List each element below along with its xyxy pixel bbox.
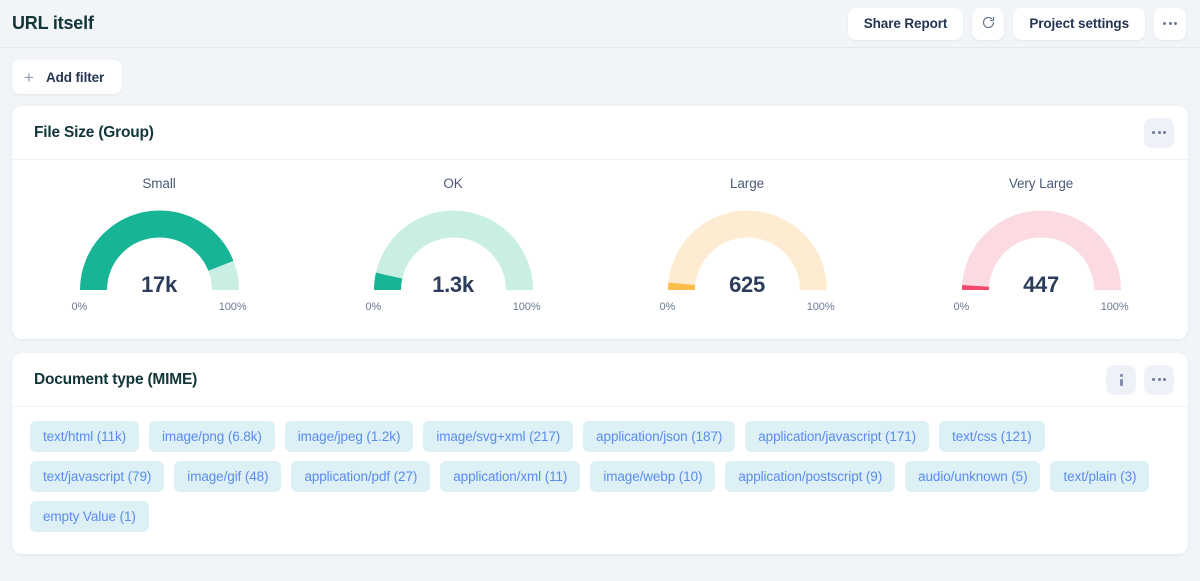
mime-info-button[interactable] <box>1106 364 1136 395</box>
mime-tag[interactable]: text/css (121) <box>939 421 1045 452</box>
top-bar-actions: Share Report Project settings <box>847 7 1186 40</box>
add-filter-button[interactable]: + Add filter <box>12 60 123 94</box>
gauge-very-large: Very Large 447 0% 100% <box>894 176 1188 313</box>
ellipsis-icon <box>1163 22 1177 25</box>
mime-tag[interactable]: application/xml (11) <box>440 461 581 492</box>
mime-card: Document type (MIME) text/html (11k) imag… <box>12 353 1188 554</box>
mime-card-title: Document type (MIME) <box>34 370 198 388</box>
mime-tag[interactable]: application/javascript (171) <box>745 421 930 452</box>
mime-tag[interactable]: application/pdf (27) <box>291 461 431 492</box>
page-title: URL itself <box>12 13 94 33</box>
top-bar-overflow-button[interactable] <box>1154 7 1186 40</box>
gauge-tick-min: 0% <box>953 301 970 313</box>
gauge-label: Small <box>142 176 176 191</box>
refresh-ccw-icon <box>981 15 996 33</box>
file-size-card-title: File Size (Group) <box>34 123 154 141</box>
gauge-tick-max: 100% <box>1100 301 1129 313</box>
file-size-card: File Size (Group) Small 17k 0% 100% OK 1.3k 0%… <box>12 106 1188 339</box>
file-size-card-actions <box>1144 117 1174 148</box>
mime-card-actions <box>1106 364 1174 395</box>
info-icon <box>1119 373 1123 386</box>
gauge-ticks: 0% 100% <box>72 301 247 313</box>
gauge-arc: 447 <box>954 200 1129 300</box>
file-size-overflow-button[interactable] <box>1144 117 1174 148</box>
gauge-label: Large <box>729 176 765 191</box>
mime-tag[interactable]: empty Value (1) <box>30 501 149 532</box>
gauge-tick-min: 0% <box>365 301 382 313</box>
gauge-label: OK <box>443 176 463 191</box>
ellipsis-icon <box>1152 131 1166 134</box>
mime-tag[interactable]: image/webp (10) <box>590 461 716 492</box>
mime-tag[interactable]: text/javascript (79) <box>30 461 165 492</box>
gauge-tick-min: 0% <box>659 301 676 313</box>
filter-bar: + Add filter <box>0 48 1200 106</box>
mime-tag[interactable]: image/gif (48) <box>174 461 282 492</box>
project-settings-button[interactable]: Project settings <box>1013 7 1145 40</box>
gauge-small: Small 17k 0% 100% <box>12 176 306 313</box>
gauge-arc: 625 <box>660 200 835 300</box>
gauge-tick-max: 100% <box>806 301 835 313</box>
gauge-ticks: 0% 100% <box>366 301 541 313</box>
file-size-card-header: File Size (Group) <box>12 106 1188 160</box>
mime-tag[interactable]: image/svg+xml (217) <box>423 421 574 452</box>
mime-tag-list: text/html (11k) image/png (6.8k) image/jpe… <box>12 407 1188 554</box>
gauge-label: Very Large <box>1008 176 1074 191</box>
mime-overflow-button[interactable] <box>1144 364 1174 395</box>
gauge-tick-max: 100% <box>512 301 541 313</box>
gauge-large: Large 625 0% 100% <box>600 176 894 313</box>
gauge-ticks: 0% 100% <box>954 301 1129 313</box>
mime-card-header: Document type (MIME) <box>12 353 1188 407</box>
mime-tag[interactable]: audio/unknown (5) <box>905 461 1041 492</box>
gauge-value: 1.3k <box>432 272 474 297</box>
mime-tag[interactable]: application/postscript (9) <box>725 461 896 492</box>
gauge-value: 625 <box>729 272 765 297</box>
gauge-arc: 17k <box>72 200 247 300</box>
mime-tag[interactable]: text/html (11k) <box>30 421 140 452</box>
gauge-value: 17k <box>141 272 177 297</box>
gauge-row: Small 17k 0% 100% OK 1.3k 0% 100% Large 625 0% 100%… <box>12 160 1188 339</box>
gauge-tick-max: 100% <box>218 301 247 313</box>
gauge-ticks: 0% 100% <box>660 301 835 313</box>
gauge-arc: 1.3k <box>366 200 541 300</box>
gauge-value: 447 <box>1023 272 1059 297</box>
mime-tag[interactable]: image/png (6.8k) <box>149 421 275 452</box>
share-report-button[interactable]: Share Report <box>847 7 964 40</box>
gauge-tick-min: 0% <box>71 301 88 313</box>
refresh-button[interactable] <box>972 7 1005 40</box>
ellipsis-icon <box>1152 378 1166 381</box>
add-filter-label: Add filter <box>45 69 105 85</box>
gauge-ok: OK 1.3k 0% 100% <box>306 176 600 313</box>
mime-tag[interactable]: text/plain (3) <box>1050 461 1150 492</box>
mime-tag[interactable]: application/json (187) <box>583 421 736 452</box>
mime-tag[interactable]: image/jpeg (1.2k) <box>284 421 414 452</box>
top-bar: URL itself Share Report Project settings <box>0 0 1200 48</box>
plus-icon: + <box>24 67 34 87</box>
